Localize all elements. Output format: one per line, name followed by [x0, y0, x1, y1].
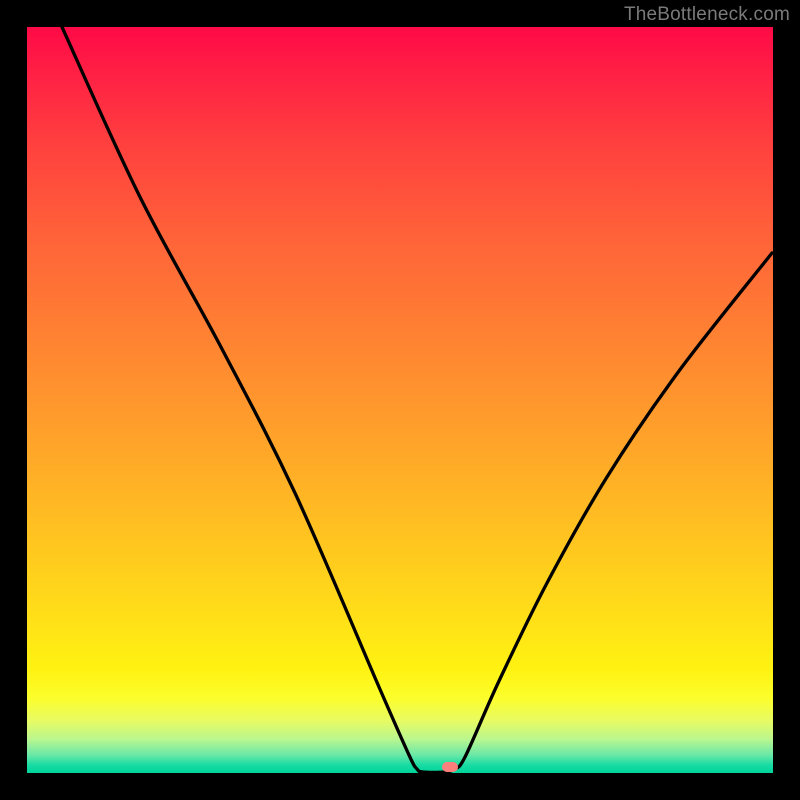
watermark-text: TheBottleneck.com	[624, 4, 790, 26]
optimum-marker	[442, 762, 458, 772]
curve-svg	[27, 27, 773, 773]
bottleneck-curve-path	[62, 27, 772, 772]
plot-area	[27, 27, 773, 773]
chart-frame: TheBottleneck.com	[0, 0, 800, 800]
